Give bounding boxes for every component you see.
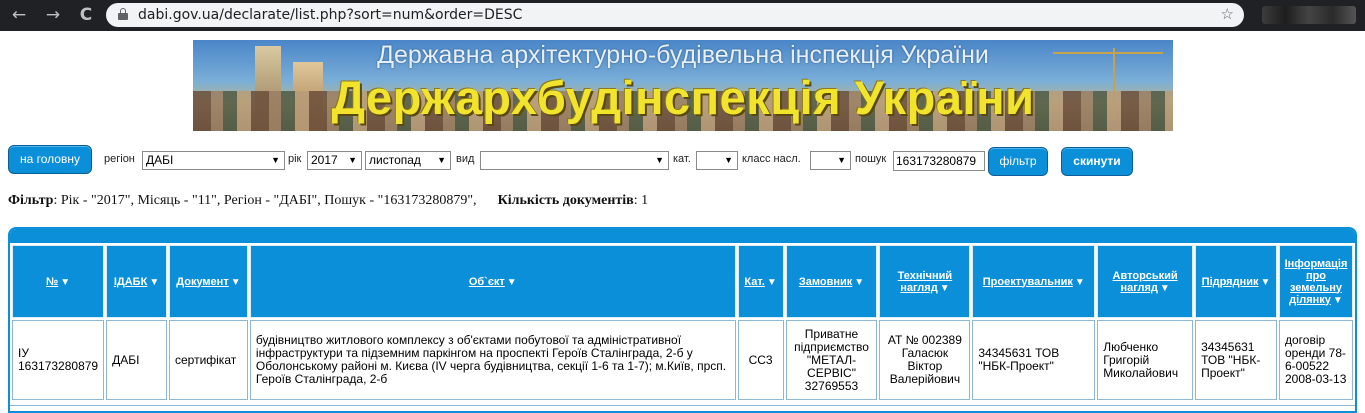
column-header-tech-supervision[interactable]: Технічний нагляд ▼ xyxy=(879,245,971,318)
column-header-designer[interactable]: Проектувальник ▼ xyxy=(972,245,1096,318)
column-header-object[interactable]: Об`єкт ▼ xyxy=(249,245,736,318)
column-header-document[interactable]: Документ ▼ xyxy=(168,245,248,318)
dropdown-arrow-icon: ▼ xyxy=(437,155,446,165)
region-select[interactable]: ДАБІ ▼ xyxy=(142,151,285,170)
cell-category: СС3 xyxy=(737,320,784,400)
back-icon[interactable]: ← xyxy=(8,4,30,26)
class-label: класс насл. xyxy=(742,153,801,165)
cell-customer: Приватне підприємство "МЕТАЛ-СЕРВІС" 327… xyxy=(785,320,878,400)
category-select[interactable]: ▼ xyxy=(696,151,738,170)
results-table: № ▼ ІДАБК ▼ Документ ▼ Об`єкт ▼ Кат. ▼ Замовн… xyxy=(10,243,1355,402)
sort-arrow-icon[interactable]: ▼ xyxy=(940,283,950,294)
sort-arrow-icon[interactable]: ▼ xyxy=(231,277,241,288)
address-bar[interactable]: dabi.gov.ua/declarate/list.php?sort=num&… xyxy=(106,3,1244,27)
sort-arrow-icon[interactable]: ▼ xyxy=(854,277,864,288)
results-table-container: № ▼ ІДАБК ▼ Документ ▼ Об`єкт ▼ Кат. ▼ Замовн… xyxy=(8,227,1357,413)
sort-arrow-icon[interactable]: ▼ xyxy=(149,277,159,288)
cell-land-info: договір оренди 78-6-00522 2008-03-13 xyxy=(1278,320,1353,400)
site-banner: Державна архітектурно-будівельна інспекц… xyxy=(193,40,1173,131)
browser-toolbar: ← → C dabi.gov.ua/declarate/list.php?sor… xyxy=(0,0,1365,31)
dropdown-arrow-icon: ▼ xyxy=(837,155,846,165)
cell-author-supervision: Любченко Григорій Миколайович xyxy=(1097,320,1194,400)
sort-arrow-icon[interactable]: ▼ xyxy=(507,277,517,288)
column-header-customer[interactable]: Замовник ▼ xyxy=(785,245,878,318)
banner-subtitle: Державна архітектурно-будівельна інспекц… xyxy=(377,41,989,69)
sort-arrow-icon[interactable]: ▼ xyxy=(1261,277,1271,288)
sort-arrow-icon[interactable]: ▼ xyxy=(1075,277,1085,288)
cell-document: сертифікат xyxy=(168,320,248,400)
lock-icon xyxy=(118,8,128,20)
column-header-category[interactable]: Кат. ▼ xyxy=(737,245,784,318)
column-header-contractor[interactable]: Підрядник ▼ xyxy=(1195,245,1277,318)
bookmark-star-icon[interactable]: ☆ xyxy=(1221,3,1234,27)
kind-label: вид xyxy=(456,153,475,165)
table-row: ІУ 163173280879 ДАБІ сертифікат будівниц… xyxy=(12,320,1353,400)
column-header-author-supervision[interactable]: Авторський нагляд ▼ xyxy=(1097,245,1194,318)
reset-button[interactable]: скинути xyxy=(1061,147,1133,176)
dropdown-arrow-icon: ▼ xyxy=(655,155,664,165)
column-header-number[interactable]: № ▼ xyxy=(12,245,105,318)
category-label: кат. xyxy=(673,153,691,165)
reload-icon[interactable]: C xyxy=(75,4,97,26)
banner-title: Держархбудінспекція України xyxy=(331,71,1035,124)
column-header-land-info[interactable]: Інформація про земельну ділянку ▼ xyxy=(1278,245,1353,318)
cell-contractor: 34345631 ТОВ "НБК-Проект" xyxy=(1195,320,1277,400)
search-input[interactable]: 163173280879 xyxy=(893,151,985,171)
month-select[interactable]: листопад ▼ xyxy=(365,151,451,170)
sort-arrow-icon[interactable]: ▼ xyxy=(1333,295,1343,306)
dropdown-arrow-icon: ▼ xyxy=(348,155,357,165)
column-header-idabk[interactable]: ІДАБК ▼ xyxy=(106,245,167,318)
region-label: регіон xyxy=(104,153,135,165)
kind-select[interactable]: ▼ xyxy=(480,151,669,170)
cell-designer: 34345631 ТОВ "НБК-Проект" xyxy=(972,320,1096,400)
cell-number: ІУ 163173280879 xyxy=(12,320,105,400)
year-label: рік xyxy=(288,153,302,165)
search-label: пошук xyxy=(855,153,887,165)
cell-tech-supervision: АТ № 002389 Галасюк Віктор Валерійович xyxy=(879,320,971,400)
forward-icon[interactable]: → xyxy=(42,4,64,26)
dropdown-arrow-icon: ▼ xyxy=(724,155,733,165)
year-select[interactable]: 2017 ▼ xyxy=(307,151,362,170)
url-text[interactable]: dabi.gov.ua/declarate/list.php?sort=num&… xyxy=(138,3,522,27)
filter-button[interactable]: фільтр xyxy=(988,147,1048,176)
sort-arrow-icon[interactable]: ▼ xyxy=(767,277,777,288)
filter-summary: Фільтр: Рік - "2017", Місяць - "11", Рег… xyxy=(8,193,649,208)
profile-avatar[interactable] xyxy=(1262,6,1356,24)
class-select[interactable]: ▼ xyxy=(810,151,851,170)
cell-object: будівництво житлового комплексу з об'єкт… xyxy=(249,320,736,400)
home-button[interactable]: на головну xyxy=(8,145,92,174)
cell-idabk: ДАБІ xyxy=(106,320,167,400)
dropdown-arrow-icon: ▼ xyxy=(271,155,280,165)
sort-arrow-icon[interactable]: ▼ xyxy=(60,277,70,288)
sort-arrow-icon[interactable]: ▼ xyxy=(1160,283,1170,294)
